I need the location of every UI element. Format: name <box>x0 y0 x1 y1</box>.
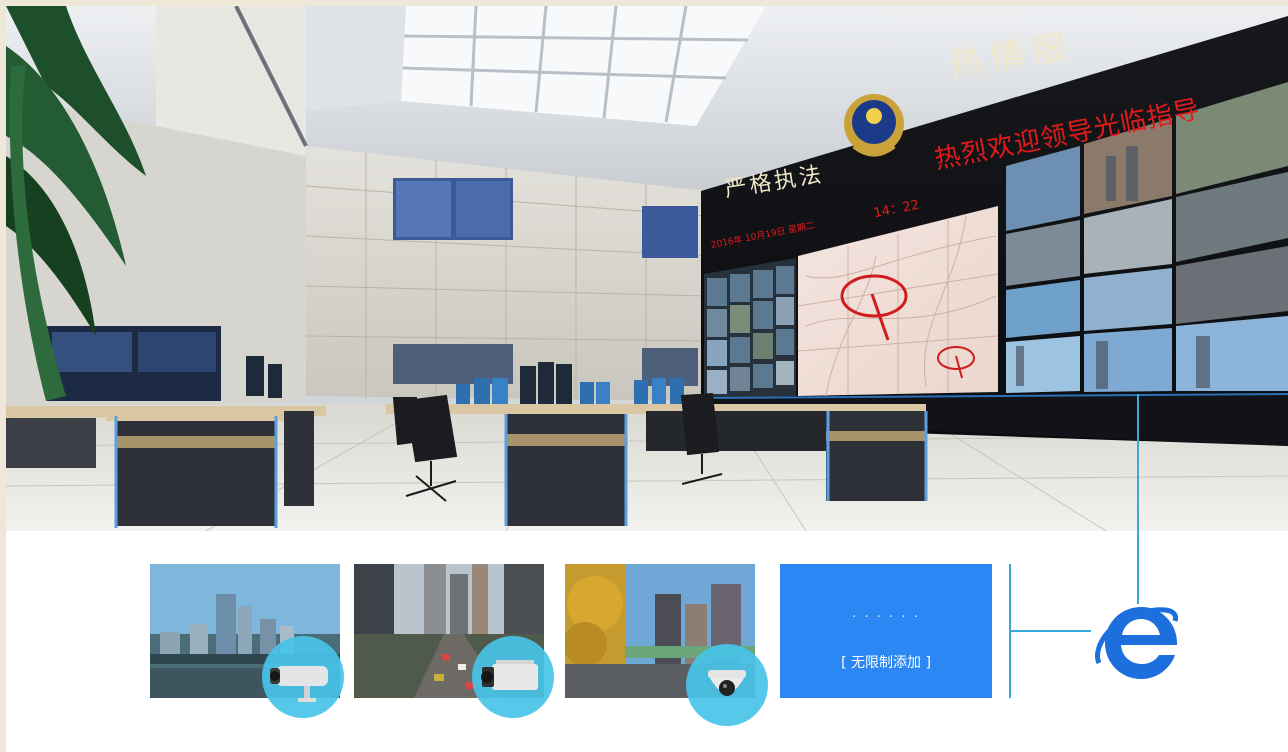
unlimited-add-box[interactable]: . . . . . . [ 无限制添加 ] <box>780 564 992 698</box>
page-frame: 严格执法 热情服 热烈欢迎领导光临指导 14：22 2016年 10月19日 星… <box>6 6 1288 752</box>
control-room-scene <box>6 6 1288 531</box>
camera-badge-2 <box>472 636 554 718</box>
internet-explorer-icon <box>1095 607 1178 679</box>
connector-vertical <box>1137 394 1139 604</box>
camera-badge-1 <box>262 636 344 718</box>
dome-camera-icon <box>708 670 746 696</box>
control-room-image: 严格执法 热情服 热烈欢迎领导光临指导 14：22 2016年 10月19日 星… <box>6 6 1288 531</box>
box-camera-icon <box>481 660 538 690</box>
camera-badge-3 <box>686 644 768 726</box>
ie-browser-badge <box>1091 603 1181 683</box>
add-box-dots: . . . . . . <box>852 606 920 621</box>
bullet-camera-icon <box>270 666 328 702</box>
police-emblem-icon <box>844 94 904 157</box>
connector-horizontal <box>1011 630 1091 632</box>
add-box-label: [ 无限制添加 ] <box>841 655 931 671</box>
